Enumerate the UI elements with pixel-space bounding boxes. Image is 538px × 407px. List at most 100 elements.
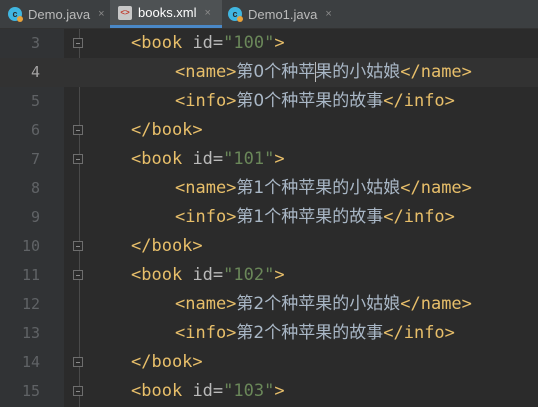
- xml-tag: <book: [131, 265, 183, 285]
- tab-label: Demo.java: [28, 6, 91, 22]
- xml-tag: </info>: [383, 323, 455, 343]
- tab-books-xml[interactable]: <> books.xml ×: [110, 0, 222, 28]
- xml-attribute-value: "101": [223, 149, 275, 169]
- fold-marker-icon[interactable]: [73, 38, 83, 48]
- xml-tag: </name>: [400, 62, 472, 82]
- code-text: <book id="103">: [131, 377, 285, 406]
- xml-text: 第0个种苹果的故事: [236, 91, 384, 111]
- code-text: <book id="102">: [131, 261, 285, 290]
- xml-tag: <book: [131, 149, 183, 169]
- xml-equals: =: [212, 33, 224, 53]
- line-number: 11: [21, 266, 40, 284]
- xml-text: 第1个种苹果的小姑娘: [236, 178, 401, 198]
- tab-label: books.xml: [138, 5, 197, 20]
- xml-attribute: id: [192, 381, 213, 401]
- xml-tag: >: [274, 149, 285, 169]
- xml-tag: >: [274, 381, 285, 401]
- xml-tag: </name>: [400, 294, 472, 314]
- line-number: 9: [30, 208, 40, 226]
- xml-attribute: id: [192, 33, 213, 53]
- line-number: 14: [21, 353, 40, 371]
- xml-tag: </info>: [383, 91, 455, 111]
- xml-tag: <book: [131, 33, 183, 53]
- xml-text: 第0个种苹: [236, 62, 316, 82]
- code-text: <book id="100">: [131, 29, 285, 58]
- tab-demo-java[interactable]: c Demo.java ×: [4, 0, 108, 28]
- close-tab-icon[interactable]: ×: [98, 8, 104, 20]
- xml-equals: =: [212, 149, 224, 169]
- code-line-current: 4 <name>第0个种苹果的小姑娘</name>: [0, 58, 538, 87]
- line-number: 13: [21, 324, 40, 342]
- xml-attribute-value: "100": [223, 33, 275, 53]
- fold-marker-icon[interactable]: [73, 125, 83, 135]
- xml-tag: <book: [131, 381, 183, 401]
- code-line: 5 <info>第0个种苹果的故事</info>: [0, 87, 538, 116]
- code-line: 10 </book>: [0, 232, 538, 261]
- xml-tag: <name>: [175, 178, 237, 198]
- xml-tag: <info>: [175, 91, 237, 111]
- xml-attribute: id: [192, 149, 213, 169]
- xml-text: 第2个种苹果的小姑娘: [236, 294, 401, 314]
- tab-label: Demo1.java: [248, 6, 318, 22]
- code-line: 9 <info>第1个种苹果的故事</info>: [0, 203, 538, 232]
- line-number: 6: [30, 121, 40, 139]
- xml-tag: <name>: [175, 294, 237, 314]
- line-number: 4: [30, 63, 40, 81]
- code-line: 6 </book>: [0, 116, 538, 145]
- code-line: 12 <name>第2个种苹果的小姑娘</name>: [0, 290, 538, 319]
- fold-marker-icon[interactable]: [73, 270, 83, 280]
- fold-marker-icon[interactable]: [73, 357, 83, 367]
- code-editor[interactable]: 3 <book id="100"> 4 <name>第0个种苹果的小姑娘</na…: [0, 29, 538, 407]
- fold-marker-icon[interactable]: [73, 386, 83, 396]
- code-line: 14 </book>: [0, 348, 538, 377]
- xml-text: 第2个种苹果的故事: [236, 323, 384, 343]
- fold-marker-icon[interactable]: [73, 241, 83, 251]
- close-tab-icon[interactable]: ×: [205, 7, 211, 19]
- line-number: 3: [30, 34, 40, 52]
- line-number: 12: [21, 295, 40, 313]
- java-class-icon: c: [8, 7, 23, 22]
- code-text: <name>第1个种苹果的小姑娘</name>: [175, 174, 472, 203]
- fold-marker-icon[interactable]: [73, 154, 83, 164]
- xml-file-icon: <>: [118, 5, 132, 20]
- xml-tag: <info>: [175, 207, 237, 227]
- code-text: <info>第0个种苹果的故事</info>: [175, 87, 455, 116]
- line-number: 8: [30, 179, 40, 197]
- xml-tag: >: [274, 265, 285, 285]
- code-text: <name>第2个种苹果的小姑娘</name>: [175, 290, 472, 319]
- code-line: 8 <name>第1个种苹果的小姑娘</name>: [0, 174, 538, 203]
- line-number: 5: [30, 92, 40, 110]
- xml-text: 第1个种苹果的故事: [236, 207, 384, 227]
- code-line: 11 <book id="102">: [0, 261, 538, 290]
- xml-equals: =: [212, 265, 224, 285]
- xml-attribute: id: [192, 265, 213, 285]
- xml-tag: </book>: [131, 236, 203, 256]
- xml-equals: =: [212, 381, 224, 401]
- line-number: 10: [21, 237, 40, 255]
- code-text: <name>第0个种苹果的小姑娘</name>: [175, 58, 472, 87]
- xml-tag: </info>: [383, 207, 455, 227]
- java-class-icon: c: [228, 7, 243, 22]
- xml-tag: </name>: [400, 178, 472, 198]
- xml-attribute-value: "103": [223, 381, 275, 401]
- xml-tag: </book>: [131, 120, 203, 140]
- code-text: <info>第1个种苹果的故事</info>: [175, 203, 455, 232]
- code-line: 13 <info>第2个种苹果的故事</info>: [0, 319, 538, 348]
- xml-text: 果的小姑娘: [315, 62, 401, 82]
- line-number: 7: [30, 150, 40, 168]
- xml-attribute-value: "102": [223, 265, 275, 285]
- code-line: 3 <book id="100">: [0, 29, 538, 58]
- close-tab-icon[interactable]: ×: [325, 8, 331, 20]
- code-text: </book>: [131, 232, 203, 261]
- code-text: <info>第2个种苹果的故事</info>: [175, 319, 455, 348]
- code-line: 15 <book id="103">: [0, 377, 538, 406]
- code-text: </book>: [131, 116, 203, 145]
- xml-tag: <info>: [175, 323, 237, 343]
- code-line: 7 <book id="101">: [0, 145, 538, 174]
- code-text: </book>: [131, 348, 203, 377]
- line-number: 15: [21, 382, 40, 400]
- editor-tab-bar: c Demo.java × <> books.xml × c Demo1.jav…: [0, 0, 538, 29]
- xml-tag: >: [274, 33, 285, 53]
- tab-demo1-java[interactable]: c Demo1.java ×: [222, 0, 340, 28]
- code-text: <book id="101">: [131, 145, 285, 174]
